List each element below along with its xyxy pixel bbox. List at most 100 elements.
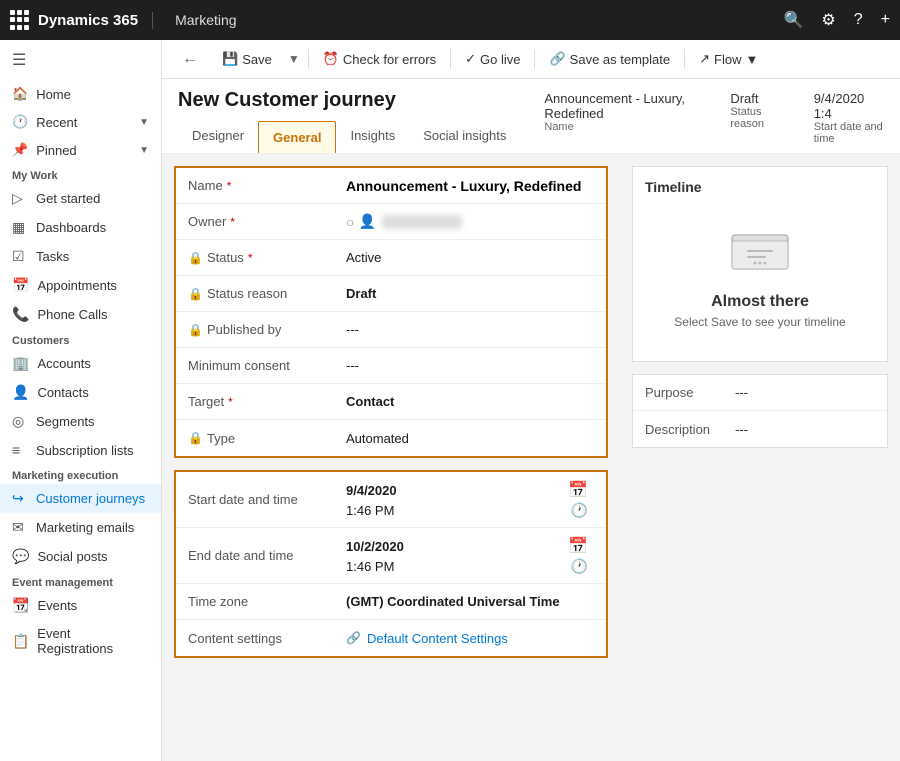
save-dropdown-button[interactable]: ▼: [284, 48, 304, 70]
sidebar-pinned-label: Pinned: [36, 143, 76, 158]
end-calendar-icon[interactable]: 📅: [568, 536, 588, 556]
meta-status: Draft Status reason: [730, 91, 781, 153]
check-errors-button[interactable]: ⏰ Check for errors: [313, 47, 446, 71]
start-date-value[interactable]: 9/4/2020 📅 1:46 PM 🕐: [336, 472, 606, 527]
top-nav-right: 🔍 ⚙ ? +: [783, 10, 890, 30]
tab-general[interactable]: General: [258, 121, 336, 153]
tab-social-insights[interactable]: Social insights: [409, 120, 520, 153]
help-icon[interactable]: ?: [854, 11, 863, 29]
timeline-title: Timeline: [645, 179, 875, 195]
target-value[interactable]: Contact: [336, 386, 606, 417]
app-grid-icon[interactable]: [10, 10, 30, 30]
back-button[interactable]: ←: [174, 46, 206, 72]
event-management-header: Event management: [0, 571, 161, 591]
sidebar-tasks-label: Tasks: [36, 249, 69, 264]
owner-row: Owner * ○ 👤: [176, 204, 606, 240]
owner-required: *: [230, 215, 235, 229]
go-live-label: Go live: [480, 52, 520, 67]
sidebar-item-subscription-lists[interactable]: ≡ Subscription lists: [0, 436, 161, 464]
published-by-value[interactable]: ---: [336, 314, 606, 345]
events-icon: 📆: [12, 597, 29, 614]
timeline-folder-icon: [730, 223, 790, 285]
tasks-icon: ☑: [12, 248, 28, 265]
meta-status-label: Status reason: [730, 106, 781, 130]
app-launcher[interactable]: Dynamics 365 Marketing: [10, 10, 237, 30]
sidebar-item-customer-journeys[interactable]: ↪ Customer journeys: [0, 484, 161, 513]
sidebar-segments-label: Segments: [36, 414, 95, 429]
owner-value[interactable]: ○ 👤: [336, 205, 606, 238]
phone-calls-icon: 📞: [12, 306, 29, 323]
sidebar-item-contacts[interactable]: 👤 Contacts: [0, 378, 161, 407]
sidebar-item-social-posts[interactable]: 💬 Social posts: [0, 542, 161, 571]
description-label: Description: [645, 422, 735, 437]
sidebar-contacts-label: Contacts: [37, 385, 88, 400]
name-value[interactable]: [336, 170, 606, 202]
end-time-text: 1:46 PM: [346, 559, 394, 574]
page-title-section: New Customer journey Designer General In…: [178, 89, 520, 153]
end-date-label: End date and time: [176, 540, 336, 571]
toolbar-divider-2: [450, 49, 451, 69]
social-posts-icon: 💬: [12, 548, 29, 565]
start-time-text: 1:46 PM: [346, 503, 394, 518]
tab-designer[interactable]: Designer: [178, 120, 258, 153]
sidebar-item-appointments[interactable]: 📅 Appointments: [0, 271, 161, 300]
status-value[interactable]: Active: [336, 242, 606, 273]
sidebar-recent-label: Recent: [36, 115, 77, 130]
timezone-value[interactable]: (GMT) Coordinated Universal Time: [336, 586, 606, 617]
recent-icon: 🕐: [12, 114, 28, 130]
search-icon[interactable]: 🔍: [783, 10, 803, 30]
type-value[interactable]: Automated: [336, 423, 606, 454]
start-clock-icon[interactable]: 🕐: [571, 502, 588, 519]
description-value[interactable]: ---: [735, 422, 748, 437]
tab-insights[interactable]: Insights: [336, 120, 409, 153]
end-clock-icon[interactable]: 🕐: [571, 558, 588, 575]
module-name: Marketing: [175, 12, 236, 28]
sidebar-item-pinned[interactable]: 📌 Pinned ▼: [0, 136, 161, 164]
sidebar-customer-journeys-label: Customer journeys: [36, 491, 145, 506]
name-input[interactable]: [346, 178, 596, 194]
type-label: 🔒 Type: [176, 423, 336, 454]
purpose-value[interactable]: ---: [735, 385, 748, 400]
sidebar-item-event-registrations[interactable]: 📋 Event Registrations: [0, 620, 161, 662]
toolbar: ← 💾 Save ▼ ⏰ Check for errors ✓ Go live …: [162, 40, 900, 79]
minimum-consent-value[interactable]: ---: [336, 350, 606, 381]
settings-icon[interactable]: ⚙: [821, 10, 835, 30]
flow-button[interactable]: ↗ Flow ▼: [689, 47, 768, 71]
top-nav: Dynamics 365 Marketing 🔍 ⚙ ? +: [0, 0, 900, 40]
content-settings-value[interactable]: 🔗 Default Content Settings: [336, 623, 606, 654]
go-live-button[interactable]: ✓ Go live: [455, 47, 530, 71]
save-button[interactable]: 💾 Save: [212, 47, 282, 71]
status-reason-value[interactable]: Draft: [336, 278, 606, 309]
sidebar-item-segments[interactable]: ◎ Segments: [0, 407, 161, 436]
sidebar-item-tasks[interactable]: ☑ Tasks: [0, 242, 161, 271]
add-icon[interactable]: +: [881, 11, 890, 29]
sidebar-item-get-started[interactable]: ▷ Get started: [0, 184, 161, 213]
purpose-section: Purpose --- Description ---: [632, 374, 888, 448]
sidebar-item-marketing-emails[interactable]: ✉ Marketing emails: [0, 513, 161, 542]
sidebar-appointments-label: Appointments: [37, 278, 117, 293]
tab-bar: Designer General Insights Social insight…: [178, 120, 520, 153]
status-lock-icon: 🔒: [188, 251, 203, 265]
hamburger-button[interactable]: ☰: [0, 40, 161, 80]
end-date-row: End date and time 10/2/2020 📅 1:46 PM 🕐: [176, 528, 606, 584]
owner-icons: ○ 👤: [346, 213, 376, 230]
sidebar-item-phone-calls[interactable]: 📞 Phone Calls: [0, 300, 161, 329]
toolbar-divider-4: [684, 49, 685, 69]
sidebar-item-accounts[interactable]: 🏢 Accounts: [0, 349, 161, 378]
home-icon: 🏠: [12, 86, 28, 102]
start-date-row: Start date and time 9/4/2020 📅 1:46 PM 🕐: [176, 472, 606, 528]
save-as-template-label: Save as template: [570, 52, 670, 67]
sidebar-item-dashboards[interactable]: ▦ Dashboards: [0, 213, 161, 242]
sidebar-item-events[interactable]: 📆 Events: [0, 591, 161, 620]
start-calendar-icon[interactable]: 📅: [568, 480, 588, 500]
end-date-value[interactable]: 10/2/2020 📅 1:46 PM 🕐: [336, 528, 606, 583]
toolbar-divider-3: [534, 49, 535, 69]
content-area: ← 💾 Save ▼ ⏰ Check for errors ✓ Go live …: [162, 40, 900, 761]
save-as-template-button[interactable]: 🔗 Save as template: [539, 47, 680, 71]
sidebar-item-recent[interactable]: 🕐 Recent ▼: [0, 108, 161, 136]
content-settings-link[interactable]: Default Content Settings: [367, 631, 508, 646]
description-row: Description ---: [633, 411, 887, 447]
sidebar-item-home[interactable]: 🏠 Home: [0, 80, 161, 108]
name-required: *: [227, 179, 232, 193]
accounts-icon: 🏢: [12, 355, 29, 372]
